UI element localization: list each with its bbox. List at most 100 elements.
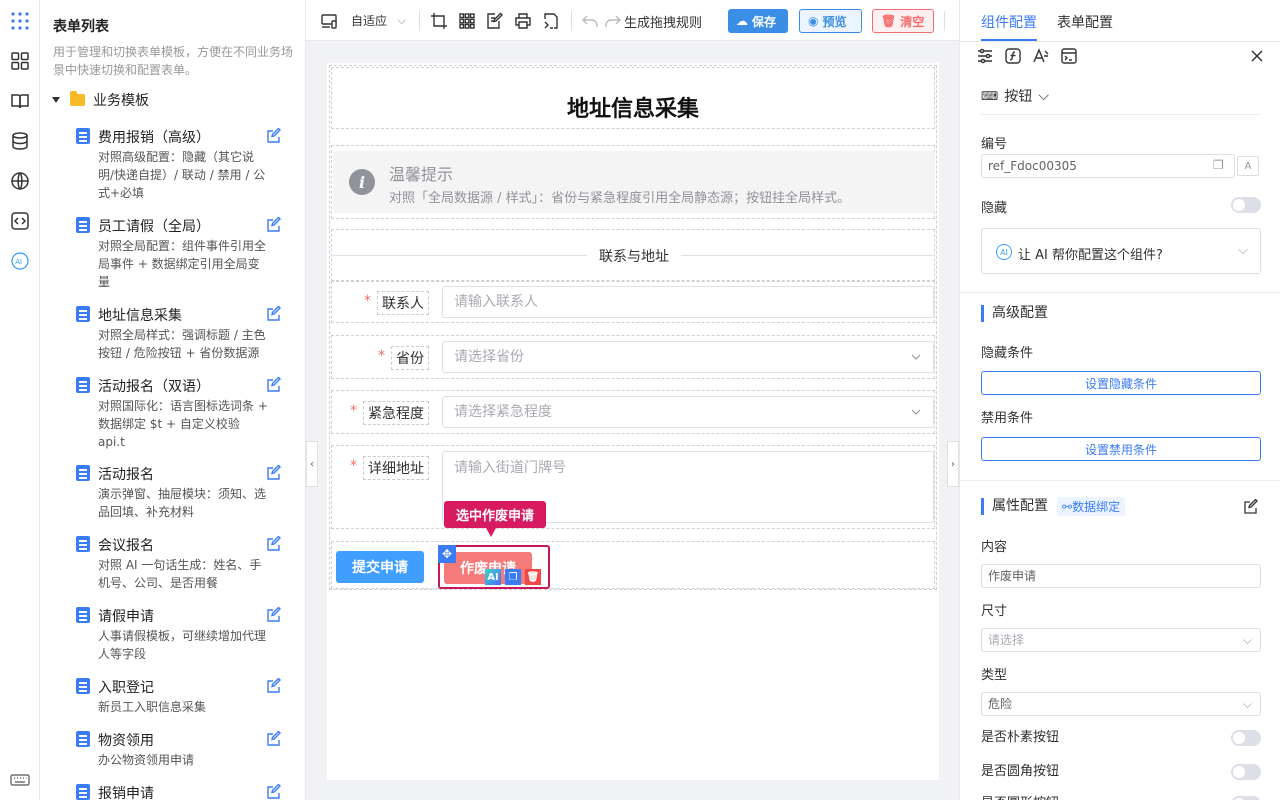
edit-icon[interactable] (266, 305, 282, 322)
tree-group-business[interactable]: 业务模板 (52, 90, 149, 110)
template-name: 员工请假（全局） (98, 219, 210, 235)
undo-icon[interactable] (581, 12, 599, 30)
tip-alert: i 温馨提示 对照「全局数据源 / 样式」：省份与紧急程度引用全局静态源；按钮挂… (333, 151, 935, 213)
tab-form-config[interactable]: 表单配置 (1057, 12, 1113, 32)
app: AI 表单列表 用于管理和切换表单模板，方便在不同业务场景中快速切换和配置表单。… (0, 0, 1280, 800)
translate-icon[interactable]: A (1237, 156, 1259, 176)
function-icon[interactable] (1004, 47, 1022, 65)
hidden-label: 隐藏 (981, 201, 1008, 216)
edit-icon[interactable] (266, 730, 282, 747)
type-select[interactable]: 危险 ⌵ (981, 692, 1261, 716)
code-icon[interactable] (8, 209, 32, 233)
edit-icon[interactable] (266, 376, 282, 393)
set-disable-condition-button[interactable]: 设置禁用条件 (981, 437, 1261, 461)
chevron-down-icon (911, 354, 921, 360)
collapse-left-handle[interactable]: ‹ (306, 441, 318, 487)
print-icon[interactable] (514, 12, 532, 30)
eye-icon: ◉ (808, 14, 819, 28)
divider (944, 11, 945, 31)
redo-icon[interactable] (604, 12, 622, 30)
edit-icon[interactable] (266, 606, 282, 623)
province-select[interactable]: 请选择省份 (442, 341, 934, 373)
clear-label: 清空 (900, 14, 925, 29)
save-button[interactable]: ☁ 保存 (728, 9, 788, 33)
ai-help-collapse[interactable]: AI 让 AI 帮你配置这个组件? ⌵ (981, 228, 1261, 274)
collapse-right-handle[interactable]: › (947, 441, 959, 487)
edit-icon[interactable] (266, 535, 282, 552)
field-label-text: 联系人 (382, 296, 424, 312)
panel-title: 表单列表 (53, 19, 109, 35)
adapt-select[interactable]: 自适应 ⌵ (351, 12, 406, 29)
plain-toggle[interactable] (1231, 730, 1261, 746)
edit-icon[interactable] (266, 127, 282, 144)
move-icon[interactable]: ✥ (438, 545, 456, 563)
urgency-select[interactable]: 请选择紧急程度 (442, 396, 934, 428)
close-icon[interactable] (1248, 47, 1266, 65)
database-icon[interactable] (8, 129, 32, 153)
device-icon[interactable] (320, 12, 338, 30)
keyboard-icon[interactable] (8, 768, 32, 792)
content-label: 内容 (981, 540, 1008, 555)
edit-doc-icon[interactable] (486, 12, 504, 30)
json-icon[interactable] (542, 12, 560, 30)
edit-icon[interactable] (1243, 498, 1259, 515)
preview-label: 预览 (822, 14, 847, 29)
size-placeholder: 请选择 (988, 633, 1025, 647)
template-description: 人事请假模板，可继续增加代理人等字段 (98, 629, 267, 661)
code-window-icon[interactable] (1060, 47, 1078, 65)
delete-icon[interactable]: 🗑 (525, 569, 541, 585)
hidden-toggle[interactable] (1231, 197, 1261, 213)
cloud-icon: ☁ (736, 14, 748, 28)
tab-component-config[interactable]: 组件配置 (981, 12, 1037, 32)
field-label: * 紧急程度 (350, 401, 429, 425)
ai-config-icon[interactable]: AI (485, 569, 501, 585)
contact-input[interactable]: 请输入联系人 (442, 286, 934, 318)
edit-icon[interactable] (266, 677, 282, 694)
edit-icon[interactable] (266, 216, 282, 233)
size-select[interactable]: 请选择 ⌵ (981, 628, 1261, 652)
edit-icon[interactable] (266, 783, 282, 800)
ai-icon[interactable]: AI (8, 249, 32, 273)
adapt-label: 自适应 (351, 14, 388, 28)
crop-icon[interactable] (430, 12, 448, 30)
info-icon: i (349, 169, 375, 195)
selected-component[interactable]: 作废申请 ✥ AI ❐ 🗑 (438, 545, 550, 589)
field-label-text: 紧急程度 (368, 406, 424, 422)
template-description: 对照全局配置：组件事件引用全局事件 + 数据绑定引用全局变量 (98, 239, 267, 289)
generate-drag-rule-button[interactable]: 生成拖拽规则 (624, 12, 702, 31)
component-type-select[interactable]: ⌨ 按钮 ⌵ (981, 86, 1049, 106)
template-description: 对照全局样式：强调标题 / 主色按钮 / 危险按钮 + 省份数据源 (98, 328, 266, 360)
ai-badge-label: AI (487, 571, 499, 583)
data-binding-button[interactable]: ⚯数据绑定 (1057, 497, 1126, 516)
document-icon (76, 306, 90, 322)
copy-icon[interactable]: ❐ (505, 569, 521, 585)
book-icon[interactable] (8, 89, 32, 113)
id-input[interactable]: ref_Fdoc00305 (981, 154, 1235, 178)
divider (960, 292, 1280, 293)
set-hide-condition-button[interactable]: 设置隐藏条件 (981, 371, 1261, 395)
field-label: * 联系人 (364, 291, 429, 315)
globe-icon[interactable] (8, 169, 32, 193)
submit-button[interactable]: 提交申请 (336, 551, 424, 583)
grid-icon[interactable] (458, 12, 476, 30)
circle-label: 是否圆形按钮 (981, 792, 1059, 800)
components-icon[interactable] (8, 49, 32, 73)
circle-toggle[interactable] (1231, 796, 1261, 800)
copy-icon[interactable]: ❐ (1213, 158, 1224, 172)
sliders-icon[interactable] (976, 47, 994, 65)
form-paper: 地址信息采集 i 温馨提示 对照「全局数据源 / 样式」：省份与紧急程度引用全局… (327, 63, 939, 780)
edit-icon[interactable] (266, 464, 282, 481)
apps-grid-icon[interactable] (8, 9, 32, 33)
form-title: 地址信息采集 (566, 97, 699, 122)
round-toggle[interactable] (1231, 764, 1261, 780)
preview-button[interactable]: ◉ 预览 (799, 9, 862, 33)
advanced-config-title: 高级配置 (981, 305, 1048, 322)
divider (981, 114, 1261, 115)
plain-label: 是否朴素按钮 (981, 730, 1060, 745)
content-input[interactable]: 作废申请 (981, 564, 1261, 588)
text-style-icon[interactable] (1032, 47, 1050, 65)
section-title: 联系与地址 (587, 246, 681, 266)
chevron-down-icon: ⌵ (1242, 697, 1252, 711)
document-icon (76, 678, 90, 694)
clear-button[interactable]: 🗑 清空 (872, 9, 934, 33)
